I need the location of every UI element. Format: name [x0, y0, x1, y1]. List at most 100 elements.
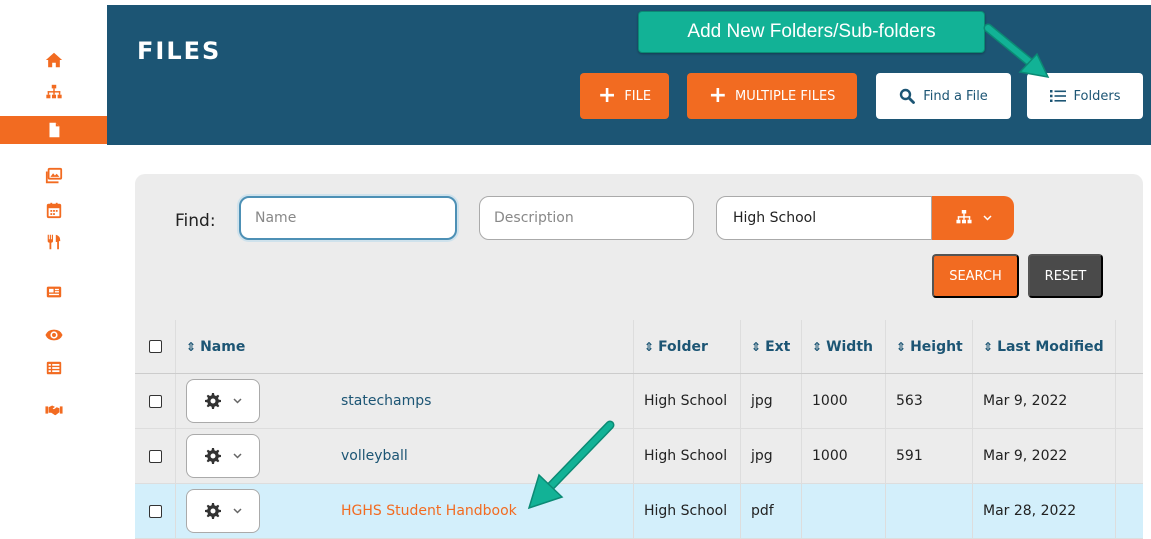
row-actions-cell: [175, 484, 325, 538]
width-header-label: Width: [826, 338, 873, 355]
images-icon: [45, 167, 62, 184]
find-file-button[interactable]: Find a File: [876, 73, 1011, 119]
sidebar-item-gallery[interactable]: [0, 163, 107, 189]
search-icon: [899, 88, 916, 104]
table-row: volleyball High School jpg 1000 591 Mar …: [135, 429, 1143, 484]
sidebar-item-calendar[interactable]: [0, 197, 107, 223]
chevron-down-icon: [232, 398, 242, 404]
row-actions-cell: [175, 429, 325, 483]
folder-select-value: High School: [733, 210, 817, 226]
sidebar: [0, 0, 107, 538]
folder-column-header[interactable]: ⇕ Folder: [633, 320, 740, 373]
sidebar-item-news[interactable]: [0, 279, 107, 305]
row-checkbox[interactable]: [149, 449, 162, 463]
row-checkbox[interactable]: [149, 394, 162, 408]
row-actions-button[interactable]: [186, 434, 260, 478]
sort-icon: ⇕: [983, 339, 994, 354]
table-row: HGHS Student Handbook High School pdf Ma…: [135, 484, 1143, 539]
ext-cell: jpg: [740, 374, 801, 428]
find-file-label: Find a File: [923, 88, 988, 104]
gear-icon: [204, 393, 221, 409]
ext-header-label: Ext: [765, 338, 791, 355]
search-button-label: SEARCH: [949, 268, 1002, 284]
add-file-button[interactable]: + FILE: [580, 73, 669, 119]
file-name-link[interactable]: volleyball: [341, 448, 408, 464]
width-cell: [801, 484, 885, 538]
ext-cell: jpg: [740, 429, 801, 483]
sidebar-item-home[interactable]: [0, 47, 107, 73]
height-cell: [885, 484, 972, 538]
row-select-cell: [135, 484, 175, 538]
file-icon: [49, 122, 59, 138]
table-spacer-cell: [1115, 429, 1143, 483]
list-icon: [1049, 90, 1066, 102]
row-actions-button[interactable]: [186, 489, 260, 533]
folder-tree-dropdown-button[interactable]: [932, 196, 1014, 240]
last-modified-column-header[interactable]: ⇕ Last Modified: [972, 320, 1115, 373]
plus-icon: +: [597, 83, 617, 108]
row-actions-button[interactable]: [186, 379, 260, 423]
folder-cell: High School: [633, 374, 740, 428]
eye-icon: [44, 329, 63, 341]
height-column-header[interactable]: ⇕ Height: [885, 320, 972, 373]
find-label: Find:: [175, 211, 216, 231]
folders-callout: Add New Folders/Sub-folders: [638, 11, 985, 53]
reset-button-label: RESET: [1044, 268, 1087, 284]
sort-icon: ⇕: [812, 339, 823, 354]
sitemap-icon: [955, 210, 972, 224]
gear-icon: [204, 448, 221, 464]
file-name-link[interactable]: HGHS Student Handbook: [341, 503, 517, 519]
row-select-cell: [135, 374, 175, 428]
table-spacer-cell: [1115, 484, 1143, 538]
height-header-label: Height: [910, 338, 963, 355]
select-all-checkbox[interactable]: [149, 340, 162, 353]
add-multiple-files-button[interactable]: + MULTIPLE FILES: [687, 73, 857, 119]
last-modified-cell: Mar 28, 2022: [972, 484, 1115, 538]
description-search-input[interactable]: [479, 196, 694, 240]
list-icon: [46, 361, 61, 375]
file-name-cell: HGHS Student Handbook: [331, 484, 633, 538]
sitemap-icon: [45, 84, 62, 99]
ext-column-header[interactable]: ⇕ Ext: [740, 320, 801, 373]
sidebar-item-partners[interactable]: [0, 397, 107, 423]
sidebar-item-files[interactable]: [0, 116, 107, 144]
table-spacer-cell: [1115, 320, 1143, 373]
name-header-label: Name: [200, 338, 246, 355]
sidebar-item-lists[interactable]: [0, 355, 107, 381]
ext-cell: pdf: [740, 484, 801, 538]
table-spacer-cell: [1115, 374, 1143, 428]
sort-icon: ⇕: [644, 339, 655, 354]
width-column-header[interactable]: ⇕ Width: [801, 320, 885, 373]
page-title: FILES: [137, 37, 222, 65]
gear-icon: [204, 503, 221, 519]
file-name-cell: statechamps: [331, 374, 633, 428]
sort-icon: ⇕: [186, 339, 197, 354]
sidebar-item-preview[interactable]: [0, 322, 107, 348]
table-row: statechamps High School jpg 1000 563 Mar…: [135, 374, 1143, 429]
row-actions-cell: [175, 374, 325, 428]
sidebar-item-sitemap[interactable]: [0, 79, 107, 105]
chevron-down-icon: [232, 453, 242, 459]
folders-button[interactable]: Folders: [1027, 73, 1143, 119]
last-modified-cell: Mar 9, 2022: [972, 374, 1115, 428]
utensils-icon: [47, 234, 60, 250]
name-search-input[interactable]: [239, 196, 457, 240]
page-header: FILES + FILE + MULTIPLE FILES Find a Fil…: [107, 5, 1151, 145]
folder-cell: High School: [633, 429, 740, 483]
sidebar-item-menus[interactable]: [0, 229, 107, 255]
folder-select[interactable]: High School: [716, 196, 932, 240]
select-all-cell: [135, 320, 175, 373]
plus-icon: +: [708, 83, 727, 108]
file-name-link[interactable]: statechamps: [341, 393, 431, 409]
width-cell: 1000: [801, 374, 885, 428]
folders-label: Folders: [1073, 88, 1121, 104]
search-button[interactable]: SEARCH: [932, 254, 1019, 298]
name-column-header[interactable]: ⇕ Name: [175, 320, 633, 373]
folder-cell: High School: [633, 484, 740, 538]
add-file-label: FILE: [624, 88, 652, 104]
newspaper-icon: [46, 286, 61, 298]
row-checkbox[interactable]: [149, 504, 162, 518]
callout-text: Add New Folders/Sub-folders: [687, 21, 936, 42]
reset-button[interactable]: RESET: [1028, 254, 1103, 298]
sort-icon: ⇕: [896, 339, 907, 354]
